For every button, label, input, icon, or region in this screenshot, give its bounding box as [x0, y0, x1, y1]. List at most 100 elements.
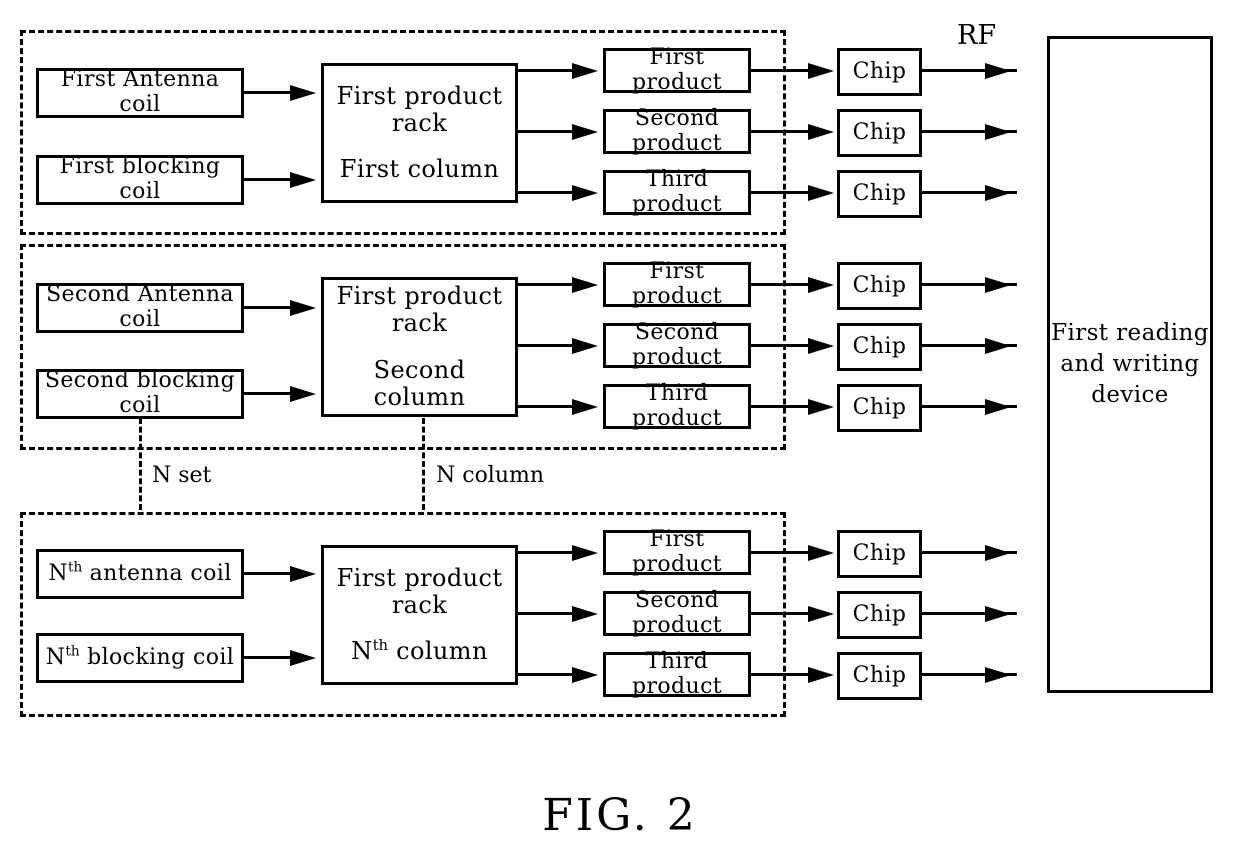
arrowhead-rack-to-product-3-3 [572, 667, 598, 683]
chip-box-1-2: Chip [837, 109, 922, 157]
nth-blocking-coil-label: Nth blocking coil [45, 643, 235, 670]
chip-box-1-1: Chip [837, 48, 922, 96]
product-box-2-2: Second product [603, 319, 751, 370]
first-product-rack-second-column-box: First product rack Second column [321, 277, 518, 417]
product-label-2-2: Second product [631, 319, 723, 370]
n-column-label: N column [436, 463, 545, 488]
product-box-3-3: Third product [603, 648, 751, 699]
rack-subtitle-3: Nth column [351, 636, 488, 666]
reader-line-2: and writing [1060, 350, 1200, 377]
chip-label-3-2: Chip [852, 601, 907, 627]
n-column-dashed-line [422, 418, 425, 510]
arrowhead-blocking-to-rack-3 [290, 650, 316, 666]
connector-rack-to-product-1-3 [518, 191, 578, 194]
nth-blocking-coil-box: Nth blocking coil [36, 633, 244, 683]
second-antenna-coil-box: Second Antenna coil [36, 282, 244, 333]
connector-antenna-to-rack-1 [244, 91, 296, 94]
rack-title-2: First product rack [336, 282, 503, 338]
product-label-1-3: Third product [631, 166, 723, 217]
product-label-3-2: Second product [631, 587, 723, 638]
nth-antenna-coil-label: Nth antenna coil [48, 559, 232, 586]
chip-label-1-3: Chip [852, 180, 907, 206]
arrowhead-rack-to-product-2-3 [572, 399, 598, 415]
first-blocking-coil-box: First blocking coil [36, 154, 244, 205]
figure-caption-wrapper: FIG. 2 [0, 790, 1240, 841]
rack-subtitle-1: First column [339, 155, 500, 184]
chip-box-2-2: Chip [837, 323, 922, 371]
arrowhead-rf-3-2 [985, 606, 1011, 622]
first-product-rack-first-column-box: First product rack First column [321, 63, 518, 203]
arrowhead-product-to-chip-1-2 [808, 124, 834, 140]
first-reading-and-writing-device-box: First reading and writing device [1047, 36, 1213, 693]
product-box-3-2: Second product [603, 587, 751, 638]
second-blocking-coil-box: Second blocking coil [36, 368, 244, 419]
connector-blocking-to-rack-2 [244, 392, 296, 395]
arrowhead-product-to-chip-2-3 [808, 399, 834, 415]
product-box-2-1: First product [603, 258, 751, 309]
product-label-1-1: First product [631, 44, 723, 95]
arrowhead-rf-1-2 [985, 124, 1011, 140]
chip-box-3-3: Chip [837, 652, 922, 700]
arrowhead-rack-to-product-1-2 [572, 124, 598, 140]
product-label-2-3: Third product [631, 380, 723, 431]
arrowhead-antenna-to-rack-1 [290, 85, 316, 101]
product-label-3-1: First product [631, 526, 723, 577]
arrowhead-product-to-chip-3-1 [808, 545, 834, 561]
arrowhead-rf-1-1 [985, 63, 1011, 79]
chip-label-2-2: Chip [852, 333, 907, 359]
reader-line-3: device [1091, 382, 1169, 409]
arrowhead-antenna-to-rack-3 [290, 566, 316, 582]
chip-box-3-2: Chip [837, 591, 922, 639]
chip-label-2-1: Chip [852, 272, 907, 298]
arrowhead-rack-to-product-3-2 [572, 606, 598, 622]
arrowhead-rack-to-product-2-2 [572, 338, 598, 354]
arrowhead-blocking-to-rack-2 [290, 386, 316, 402]
arrowhead-rf-3-1 [985, 545, 1011, 561]
chip-box-2-3: Chip [837, 384, 922, 432]
chip-label-3-1: Chip [852, 540, 907, 566]
first-product-rack-nth-column-box: First product rack Nth column [321, 545, 518, 685]
arrowhead-rf-2-2 [985, 338, 1011, 354]
product-box-3-1: First product [603, 526, 751, 577]
arrowhead-product-to-chip-1-1 [808, 63, 834, 79]
arrowhead-rf-2-3 [985, 399, 1011, 415]
chip-box-2-1: Chip [837, 262, 922, 310]
arrowhead-rf-1-3 [985, 185, 1011, 201]
ordinal-suffix: th [65, 643, 80, 660]
arrowhead-product-to-chip-1-3 [808, 185, 834, 201]
connector-rack-to-product-1-1 [518, 69, 578, 72]
chip-label-3-3: Chip [852, 662, 907, 688]
product-box-1-3: Third product [603, 166, 751, 217]
figure-caption: FIG. 2 [542, 790, 698, 841]
connector-rack-to-product-3-1 [518, 551, 578, 554]
arrowhead-product-to-chip-2-1 [808, 277, 834, 293]
product-label-2-1: First product [631, 258, 723, 309]
reader-line-1: First reading [1051, 319, 1209, 346]
product-label-1-2: Second product [631, 105, 723, 156]
chip-box-1-3: Chip [837, 170, 922, 218]
product-box-2-3: Third product [603, 380, 751, 431]
connector-antenna-to-rack-2 [244, 306, 296, 309]
product-box-1-2: Second product [603, 105, 751, 156]
arrowhead-rf-3-3 [985, 667, 1011, 683]
arrowhead-product-to-chip-3-3 [808, 667, 834, 683]
ordinal-suffix: th [67, 559, 83, 576]
arrowhead-antenna-to-rack-2 [290, 300, 316, 316]
connector-blocking-to-rack-1 [244, 178, 296, 181]
product-label-3-3: Third product [631, 648, 723, 699]
arrowhead-product-to-chip-3-2 [808, 606, 834, 622]
rack-subtitle-2: Second column [373, 356, 466, 411]
first-blocking-coil-label: First blocking coil [59, 154, 221, 204]
second-antenna-coil-label: Second Antenna coil [46, 282, 234, 332]
first-antenna-coil-label: First Antenna coil [60, 67, 220, 117]
n-set-label: N set [152, 463, 212, 488]
rack-title-3: First product rack [336, 563, 503, 619]
connector-rack-to-product-2-2 [518, 344, 578, 347]
patent-figure-2: First Antenna coil First blocking coil F… [0, 0, 1240, 857]
product-box-1-1: First product [603, 44, 751, 95]
connector-rack-to-product-3-3 [518, 673, 578, 676]
connector-rack-to-product-2-3 [518, 405, 578, 408]
rf-label: RF [957, 20, 997, 51]
second-blocking-coil-label: Second blocking coil [44, 368, 236, 418]
rack-title-1: First product rack [336, 81, 503, 137]
